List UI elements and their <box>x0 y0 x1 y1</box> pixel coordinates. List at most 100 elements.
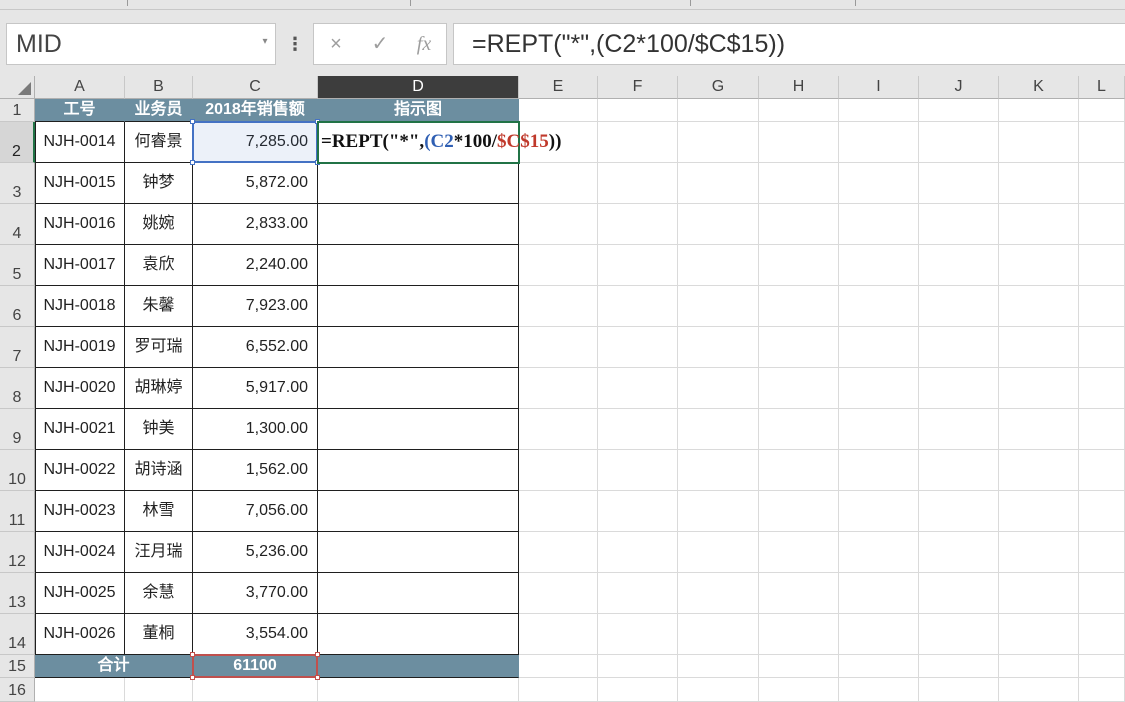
cell-indicator[interactable] <box>318 614 519 655</box>
cell-salesperson[interactable]: 林雪 <box>125 491 193 532</box>
gridline <box>597 99 598 702</box>
cell-sales-amount[interactable]: 5,917.00 <box>193 368 318 409</box>
cell-sales-amount[interactable]: 1,300.00 <box>193 409 318 450</box>
cell-sales-amount[interactable]: 3,770.00 <box>193 573 318 614</box>
cell-sales-amount[interactable]: 6,552.00 <box>193 327 318 368</box>
row-header[interactable]: 11 <box>0 491 35 532</box>
cell-salesperson[interactable]: 钟梦 <box>125 163 193 204</box>
cell-salesperson[interactable]: 胡诗涵 <box>125 450 193 491</box>
cell-employee-id[interactable]: NJH-0024 <box>35 532 125 573</box>
cell-employee-id[interactable]: NJH-0016 <box>35 204 125 245</box>
chevron-down-icon[interactable]: ▾ <box>258 35 272 49</box>
column-header[interactable]: B <box>125 76 193 99</box>
cell-salesperson[interactable]: 何睿景 <box>125 122 193 163</box>
row-header[interactable]: 15 <box>0 655 35 678</box>
spreadsheet-grid[interactable]: A B C D E F G H I J K L 1 2 3 4 5 6 7 8 9 10 11 12 13 14 15 16 工号 业务员… <box>0 76 1125 702</box>
cell-indicator[interactable] <box>318 204 519 245</box>
cell-sales-amount[interactable]: 2,833.00 <box>193 204 318 245</box>
cell-sales-amount[interactable]: 5,236.00 <box>193 532 318 573</box>
cell-indicator[interactable] <box>318 532 519 573</box>
reference-handle[interactable] <box>190 160 195 165</box>
cell-employee-id[interactable]: NJH-0018 <box>35 286 125 327</box>
cell-employee-id[interactable]: NJH-0017 <box>35 245 125 286</box>
total-indicator[interactable] <box>318 655 519 678</box>
cell-salesperson[interactable]: 钟美 <box>125 409 193 450</box>
row-header[interactable]: 5 <box>0 245 35 286</box>
column-header[interactable]: G <box>678 76 759 99</box>
cell-indicator[interactable] <box>318 245 519 286</box>
insert-function-icon[interactable]: fx <box>404 24 444 64</box>
row-header[interactable]: 4 <box>0 204 35 245</box>
row-header[interactable]: 3 <box>0 163 35 204</box>
cell-salesperson[interactable]: 罗可瑞 <box>125 327 193 368</box>
cell-sales-amount[interactable]: 7,056.00 <box>193 491 318 532</box>
row-header[interactable]: 8 <box>0 368 35 409</box>
row-header[interactable]: 6 <box>0 286 35 327</box>
cell-employee-id[interactable]: NJH-0023 <box>35 491 125 532</box>
column-header[interactable]: H <box>759 76 839 99</box>
header-id[interactable]: 工号 <box>35 99 125 122</box>
reference-handle[interactable] <box>190 652 195 657</box>
column-header[interactable]: J <box>919 76 999 99</box>
cell-salesperson[interactable]: 袁欣 <box>125 245 193 286</box>
column-header[interactable]: L <box>1079 76 1125 99</box>
column-header[interactable]: C <box>193 76 318 99</box>
column-header[interactable]: I <box>839 76 919 99</box>
cell-salesperson[interactable]: 董桐 <box>125 614 193 655</box>
cell-salesperson[interactable]: 朱馨 <box>125 286 193 327</box>
column-header[interactable]: E <box>519 76 598 99</box>
cell-indicator[interactable] <box>318 450 519 491</box>
header-salesperson[interactable]: 业务员 <box>125 99 193 122</box>
column-header[interactable]: F <box>598 76 678 99</box>
cell-sales-amount[interactable]: 7,923.00 <box>193 286 318 327</box>
cell-employee-id[interactable]: NJH-0022 <box>35 450 125 491</box>
reference-handle[interactable] <box>315 675 320 680</box>
cell-salesperson[interactable]: 胡琳婷 <box>125 368 193 409</box>
cell-salesperson[interactable]: 姚婉 <box>125 204 193 245</box>
name-box[interactable]: MID <box>6 23 276 65</box>
row-header[interactable]: 1 <box>0 99 35 122</box>
cancel-icon[interactable]: × <box>316 24 356 64</box>
cell-indicator[interactable] <box>318 286 519 327</box>
reference-handle[interactable] <box>190 675 195 680</box>
row-header[interactable]: 12 <box>0 532 35 573</box>
cell-indicator[interactable] <box>318 409 519 450</box>
formula-input[interactable]: =REPT("*",(C2*100/$C$15)) <box>453 23 1125 65</box>
enter-icon[interactable]: ✓ <box>360 24 400 64</box>
reference-handle[interactable] <box>190 119 195 124</box>
cell-employee-id[interactable]: NJH-0025 <box>35 573 125 614</box>
cell-salesperson[interactable]: 汪月瑞 <box>125 532 193 573</box>
cell-employee-id[interactable]: NJH-0014 <box>35 122 125 163</box>
cell-employee-id[interactable]: NJH-0026 <box>35 614 125 655</box>
more-options-icon[interactable]: ⋮ <box>286 30 304 58</box>
column-header[interactable]: A <box>35 76 125 99</box>
cell-indicator[interactable] <box>318 573 519 614</box>
reference-handle[interactable] <box>315 652 320 657</box>
row-header[interactable]: 16 <box>0 678 35 702</box>
cell-sales-amount[interactable]: 3,554.00 <box>193 614 318 655</box>
cell-indicator[interactable] <box>318 491 519 532</box>
header-indicator[interactable]: 指示图 <box>318 99 519 122</box>
cell-salesperson[interactable]: 余慧 <box>125 573 193 614</box>
column-header[interactable]: K <box>999 76 1079 99</box>
row-header[interactable]: 2 <box>0 122 35 163</box>
column-header[interactable]: D <box>318 76 519 99</box>
row-header[interactable]: 9 <box>0 409 35 450</box>
cell-sales-amount[interactable]: 2,240.00 <box>193 245 318 286</box>
row-header[interactable]: 10 <box>0 450 35 491</box>
in-cell-formula-editor[interactable]: =REPT("*",(C2*100/$C$15)) <box>321 122 561 163</box>
header-sales-2018[interactable]: 2018年销售额 <box>193 99 318 122</box>
cell-employee-id[interactable]: NJH-0015 <box>35 163 125 204</box>
row-header[interactable]: 13 <box>0 573 35 614</box>
cell-employee-id[interactable]: NJH-0019 <box>35 327 125 368</box>
cell-employee-id[interactable]: NJH-0021 <box>35 409 125 450</box>
cell-sales-amount[interactable]: 1,562.00 <box>193 450 318 491</box>
row-header[interactable]: 7 <box>0 327 35 368</box>
cell-indicator[interactable] <box>318 163 519 204</box>
cell-indicator[interactable] <box>318 368 519 409</box>
cell-sales-amount[interactable]: 5,872.00 <box>193 163 318 204</box>
cell-indicator[interactable] <box>318 327 519 368</box>
row-header[interactable]: 14 <box>0 614 35 655</box>
cell-employee-id[interactable]: NJH-0020 <box>35 368 125 409</box>
select-all-corner[interactable] <box>0 76 35 99</box>
